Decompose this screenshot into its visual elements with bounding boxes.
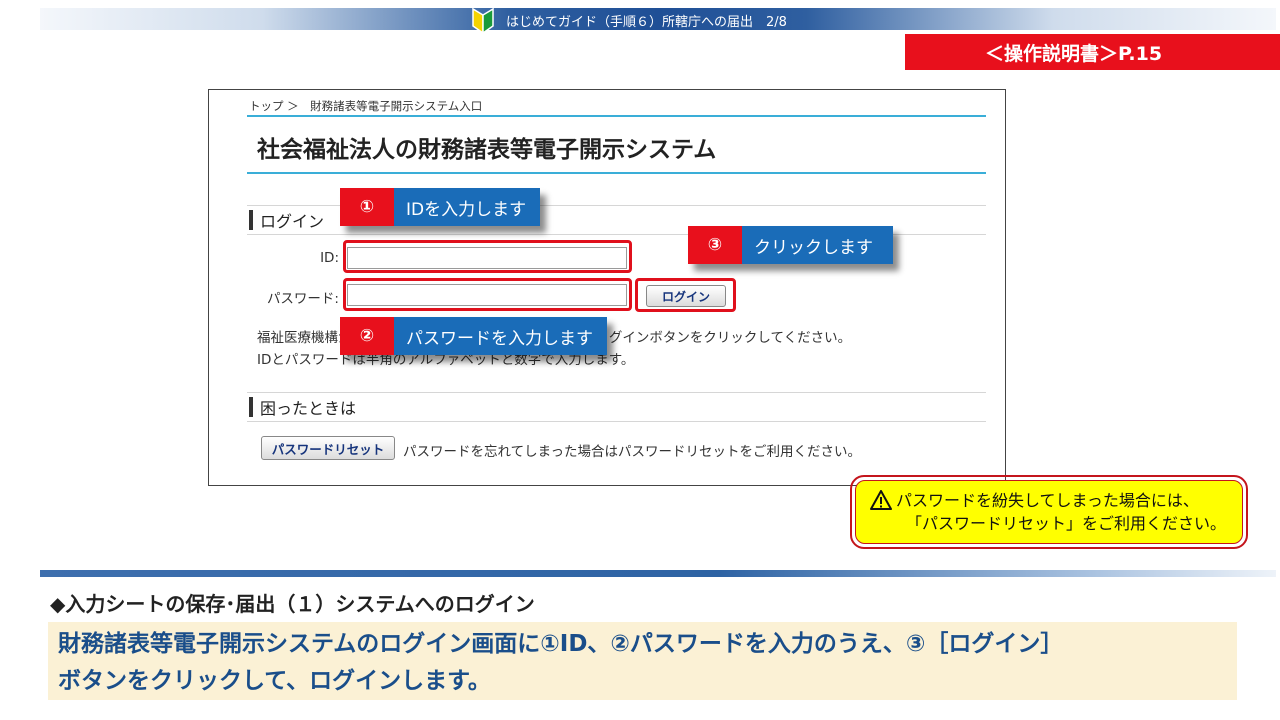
trouble-section-label: 困ったときは: [260, 399, 357, 418]
header-title-group: はじめてガイド（手順６）所轄庁への届出 2/8: [470, 6, 787, 34]
step1-number: ①: [340, 188, 394, 226]
warning-box: パスワードを紛失してしまった場合には、 「パスワードリセット」をご利用ください。: [850, 475, 1248, 549]
step3-number: ③: [688, 226, 742, 264]
login-screen-capture: トップ ＞ 財務諸表等電子開示システム入口 社会福祉法人の財務諸表等電子開示シス…: [208, 89, 1006, 486]
beginner-leaf-icon: [472, 7, 494, 34]
warning-line1: パスワードを紛失してしまった場合には、: [896, 490, 1199, 510]
section-heading: ◆入力シートの保存･届出（１）システムへのログイン: [50, 592, 535, 616]
step2-callout: ② パスワードを入力します: [340, 317, 607, 355]
login-highlight-ring: [635, 278, 736, 312]
title-bottom-rule: [247, 172, 986, 174]
summary-line2: ボタンをクリックして、ログインします。: [58, 667, 491, 694]
password-label: パスワード:: [266, 291, 339, 307]
login-section-heading: ログイン: [249, 209, 324, 231]
warning-line1-row: パスワードを紛失してしまった場合には、: [870, 489, 1242, 512]
step3-callout: ③ クリックします: [688, 226, 893, 264]
step1-callout: ① IDを入力します: [340, 188, 541, 226]
trouble-section-bottom-rule: [247, 421, 986, 422]
password-reset-description: パスワードを忘れてしまった場合はパスワードリセットをご利用ください。: [403, 444, 862, 460]
manual-reference-badge: ＜操作説明書＞P.15: [905, 34, 1280, 70]
id-label: ID:: [320, 250, 339, 266]
section-marker: [249, 397, 253, 417]
summary-line1: 財務諸表等電子開示システムのログイン画面に①ID、②パスワードを入力のうえ、③［…: [58, 631, 1064, 657]
section-marker: [249, 210, 253, 230]
header-title: はじめてガイド（手順６）所轄庁への届出 2/8: [506, 14, 787, 30]
login-section-label: ログイン: [260, 212, 325, 231]
password-highlight-ring: [343, 278, 632, 311]
step3-text: クリックします: [742, 226, 893, 264]
bottom-divider: [40, 570, 1276, 577]
password-reset-button[interactable]: パスワードリセット: [261, 436, 395, 460]
breadcrumb[interactable]: トップ ＞ 財務諸表等電子開示システム入口: [249, 98, 482, 114]
warning-triangle-icon: [870, 490, 892, 511]
summary-box: 財務諸表等電子開示システムのログイン画面に①ID、②パスワードを入力のうえ、③［…: [48, 622, 1237, 700]
warning-line2: 「パスワードリセット」をご利用ください。: [906, 514, 1227, 533]
trouble-section-top-rule: [247, 392, 986, 393]
system-title: 社会福祉法人の財務諸表等電子開示システム: [257, 137, 717, 163]
title-top-rule: [247, 115, 986, 117]
warning-content: パスワードを紛失してしまった場合には、 「パスワードリセット」をご利用ください。: [855, 480, 1243, 544]
step1-text: IDを入力します: [394, 188, 541, 226]
trouble-section-heading: 困ったときは: [249, 396, 356, 418]
step2-text: パスワードを入力します: [394, 317, 607, 355]
id-highlight-ring: [343, 240, 632, 273]
step2-number: ②: [340, 317, 394, 355]
